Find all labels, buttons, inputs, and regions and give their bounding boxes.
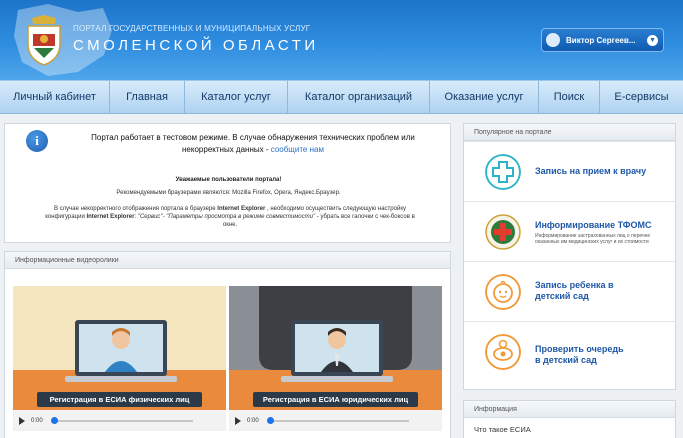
- nav-item-service-delivery[interactable]: Оказание услуг: [430, 81, 539, 113]
- video-caption: Регистрация в ЕСИА физических лиц: [37, 392, 202, 407]
- nav-item-e-services[interactable]: Е-сервисы: [600, 81, 683, 113]
- info-videos-section: Информационные видеоролики Регистрация в…: [4, 251, 451, 438]
- popular-item-tfoms[interactable]: Информирование ТФОМС Информирование заст…: [464, 201, 675, 261]
- popular-item-label: Проверить очередь в детский сад: [535, 344, 624, 365]
- video-caption: Регистрация в ЕСИА юридических лиц: [253, 392, 418, 407]
- user-name: Виктор Сергеев...: [566, 35, 636, 45]
- medical-cross-icon: [485, 154, 521, 190]
- testing-notice-panel: i Портал работает в тестовом режиме. В с…: [4, 123, 451, 243]
- pacifier-icon: [485, 334, 521, 370]
- popular-heading: Популярное на портале: [464, 124, 675, 141]
- nav-item-search[interactable]: Поиск: [539, 81, 600, 113]
- chevron-down-icon: ▼: [647, 35, 658, 46]
- video-player-individuals[interactable]: Регистрация в ЕСИА физических лиц 0:00: [13, 286, 226, 431]
- nav-item-home[interactable]: Главная: [110, 81, 185, 113]
- ie-instructions-text: В случае некорректного отображения порта…: [45, 206, 415, 228]
- popular-services-panel: Популярное на портале Запись на прием к …: [463, 123, 676, 390]
- video-time: 0:00: [31, 417, 43, 424]
- report-link[interactable]: сообщите нам: [271, 145, 324, 154]
- popular-item-kindergarten-enroll[interactable]: Запись ребенка в детский сад: [464, 261, 675, 321]
- nav-item-services-catalog[interactable]: Каталог услуг: [185, 81, 288, 113]
- information-heading: Информация: [464, 401, 675, 418]
- nav-item-personal-cabinet[interactable]: Личный кабинет: [0, 81, 110, 113]
- nav-item-organizations-catalog[interactable]: Каталог организаций: [288, 81, 430, 113]
- user-avatar-icon: [546, 33, 560, 47]
- info-icon: i: [26, 130, 48, 152]
- smolensk-coat-of-arms-icon[interactable]: [22, 14, 66, 66]
- play-icon[interactable]: [235, 416, 241, 425]
- user-menu-button[interactable]: Виктор Сергеев... ▼: [541, 28, 664, 52]
- popular-item-kindergarten-queue[interactable]: Проверить очередь в детский сад: [464, 321, 675, 381]
- video-player-legal-entities[interactable]: Регистрация в ЕСИА юридических лиц 0:00: [229, 286, 442, 431]
- popular-item-label: Запись на прием к врачу: [535, 166, 647, 176]
- video-progress-bar[interactable]: [50, 416, 193, 424]
- progress-knob[interactable]: [266, 416, 274, 424]
- popular-item-label: Информирование ТФОМС: [535, 220, 652, 230]
- tfoms-emblem-icon: [485, 214, 521, 250]
- video-controls: 0:00: [13, 410, 226, 431]
- what-is-esia-link[interactable]: Что такое ЕСИА: [464, 418, 675, 434]
- video-time: 0:00: [247, 417, 259, 424]
- portal-subtitle: ПОРТАЛ ГОСУДАРСТВЕННЫХ И МУНИЦИПАЛЬНЫХ У…: [73, 24, 311, 33]
- testing-notice-text: Портал работает в тестовом режиме. В слу…: [91, 133, 415, 154]
- site-header: ПОРТАЛ ГОСУДАРСТВЕННЫХ И МУНИЦИПАЛЬНЫХ У…: [0, 0, 683, 80]
- users-heading: Уважаемые пользователи портала!: [175, 177, 282, 183]
- play-icon[interactable]: [19, 416, 25, 425]
- videos-heading: Информационные видеоролики: [5, 252, 450, 269]
- video-progress-bar[interactable]: [266, 416, 409, 424]
- portal-title[interactable]: СМОЛЕНСКОЙ ОБЛАСТИ: [73, 37, 319, 54]
- main-nav: Личный кабинет Главная Каталог услуг Кат…: [0, 80, 683, 114]
- popular-item-label: Запись ребенка в детский сад: [535, 280, 614, 301]
- video-controls: 0:00: [229, 410, 442, 431]
- popular-item-doctor-appointment[interactable]: Запись на прием к врачу: [464, 141, 675, 201]
- popular-item-description: Информирование застрахованных лиц о пере…: [535, 233, 651, 245]
- progress-knob[interactable]: [50, 416, 58, 424]
- child-face-icon: [485, 274, 521, 310]
- information-panel: Информация Что такое ЕСИА: [463, 400, 676, 438]
- recommended-browsers-text: Рекомендуемыми браузерами являются: Mozi…: [116, 190, 341, 196]
